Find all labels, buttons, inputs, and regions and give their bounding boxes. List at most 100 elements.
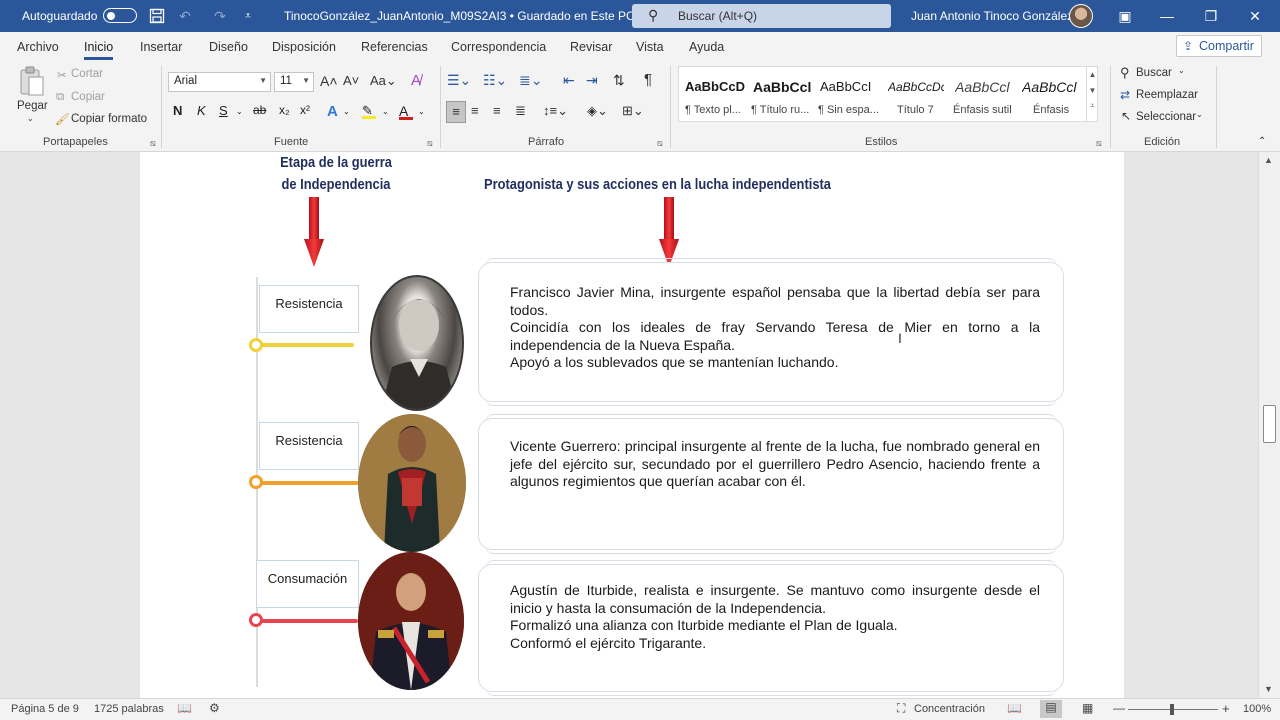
redo-icon[interactable]: ↷ bbox=[210, 6, 230, 26]
font-color-icon[interactable]: A bbox=[399, 103, 413, 120]
chevron-down-icon[interactable]: ⌄ bbox=[343, 107, 350, 116]
style-sample[interactable]: AaBbCcDc bbox=[888, 80, 944, 94]
chevron-up-icon[interactable]: ▲ bbox=[1087, 70, 1098, 79]
tab-vista[interactable]: Vista bbox=[636, 40, 664, 54]
vertical-scrollbar[interactable]: ▲ ▼ bbox=[1258, 152, 1280, 698]
align-left-icon[interactable]: ≡ bbox=[446, 101, 466, 123]
sort-icon[interactable]: ⇅ bbox=[613, 72, 625, 89]
tab-referencias[interactable]: Referencias bbox=[361, 40, 428, 54]
tab-inicio[interactable]: Inicio bbox=[84, 40, 114, 60]
style-sample[interactable]: AaBbCcI bbox=[820, 79, 878, 94]
scroll-thumb[interactable] bbox=[1263, 405, 1276, 443]
search-box[interactable]: ⚲ Buscar (Alt+Q) bbox=[632, 4, 891, 28]
chevron-down-icon[interactable]: ▼ bbox=[1087, 86, 1098, 95]
zoom-slider-thumb[interactable] bbox=[1170, 704, 1174, 715]
avatar[interactable] bbox=[1069, 4, 1093, 28]
style-name[interactable]: Título 7 bbox=[897, 104, 934, 116]
borders-icon[interactable]: ⊞⌄ bbox=[622, 103, 644, 119]
shading-icon[interactable]: ◈⌄ bbox=[587, 103, 608, 119]
zoom-in-icon[interactable]: + bbox=[1222, 701, 1230, 716]
word-count[interactable]: 1725 palabras bbox=[94, 703, 164, 715]
copy-icon[interactable]: ⧉ bbox=[56, 91, 64, 104]
bullets-icon[interactable]: ☰⌄ bbox=[447, 72, 471, 89]
page-count[interactable]: Página 5 de 9 bbox=[11, 703, 79, 715]
web-layout-icon[interactable]: ▦ bbox=[1082, 701, 1093, 715]
style-name[interactable]: ¶ Texto pl... bbox=[685, 104, 741, 116]
increase-indent-icon[interactable]: ⇥ bbox=[586, 72, 598, 89]
font-name-box[interactable]: Arial ▼ bbox=[168, 72, 271, 92]
select-icon[interactable]: ↖ bbox=[1121, 109, 1131, 123]
style-sample[interactable]: AaBbCcl bbox=[955, 79, 1013, 95]
cut-button[interactable]: Cortar bbox=[71, 68, 103, 80]
styles-scroll[interactable]: ▲ ▼ ⩡ bbox=[1086, 66, 1098, 122]
change-case-icon[interactable]: Aa⌄ bbox=[370, 73, 397, 89]
text-effects-icon[interactable]: A bbox=[327, 103, 338, 120]
document-title[interactable]: TinocoGonzález_JuanAntonio_M09S2AI3 • Gu… bbox=[284, 9, 648, 23]
replace-button[interactable]: Reemplazar bbox=[1136, 89, 1198, 101]
accessibility-icon[interactable]: ⚙ bbox=[209, 701, 220, 715]
font-launcher-icon[interactable]: ⧅ bbox=[427, 138, 433, 149]
save-icon[interactable] bbox=[147, 6, 167, 26]
customize-qat-icon[interactable]: ⩡ bbox=[238, 6, 258, 26]
share-button[interactable]: ⇪ Compartir bbox=[1176, 35, 1262, 57]
restore-icon[interactable]: ❐ bbox=[1199, 4, 1223, 28]
show-formatting-icon[interactable]: ¶ bbox=[644, 71, 652, 88]
format-painter-button[interactable]: Copiar formato bbox=[71, 113, 147, 125]
chevron-down-icon[interactable]: ⌄ bbox=[1178, 66, 1185, 75]
format-painter-icon[interactable]: 🖌 bbox=[55, 112, 70, 126]
paste-icon[interactable] bbox=[18, 66, 46, 98]
paste-dropdown-icon[interactable]: ⌄ bbox=[27, 114, 34, 123]
style-name[interactable]: ¶ Título ru... bbox=[751, 104, 809, 116]
read-mode-icon[interactable]: 📖 bbox=[1007, 701, 1022, 715]
clipboard-launcher-icon[interactable]: ⧅ bbox=[150, 138, 156, 149]
ribbon-display-icon[interactable]: ▣ bbox=[1113, 4, 1137, 28]
clear-formatting-icon[interactable]: A̸ bbox=[411, 72, 421, 89]
shrink-font-icon[interactable]: A˅ bbox=[343, 73, 359, 88]
multilevel-list-icon[interactable]: ≣⌄ bbox=[519, 72, 542, 89]
underline-icon[interactable]: S bbox=[219, 103, 228, 118]
zoom-level[interactable]: 100% bbox=[1243, 703, 1271, 715]
paste-button[interactable]: Pegar bbox=[17, 100, 48, 112]
scroll-down-icon[interactable]: ▼ bbox=[1264, 684, 1273, 694]
align-right-icon[interactable]: ≡ bbox=[493, 103, 501, 118]
copy-button[interactable]: Copiar bbox=[71, 91, 105, 103]
zoom-out-icon[interactable]: — bbox=[1113, 701, 1125, 715]
style-name[interactable]: ¶ Sin espa... bbox=[818, 104, 879, 116]
find-button[interactable]: Buscar bbox=[1136, 67, 1172, 79]
focus-button[interactable]: Concentración bbox=[914, 703, 985, 715]
font-size-box[interactable]: 11 ▼ bbox=[274, 72, 314, 92]
tab-disposicion[interactable]: Disposición bbox=[272, 40, 336, 54]
collapse-ribbon-icon[interactable]: ⌃ bbox=[1258, 136, 1266, 147]
tab-ayuda[interactable]: Ayuda bbox=[689, 40, 724, 54]
style-sample[interactable]: AaBbCcD bbox=[685, 79, 745, 94]
bold-icon[interactable]: N bbox=[173, 103, 182, 118]
card-text[interactable]: Francisco Javier Mina, insurgente españo… bbox=[510, 284, 1040, 372]
proofing-icon[interactable]: 📖 bbox=[177, 701, 192, 715]
minimize-icon[interactable]: — bbox=[1155, 4, 1179, 28]
tab-revisar[interactable]: Revisar bbox=[570, 40, 612, 54]
decrease-indent-icon[interactable]: ⇤ bbox=[563, 72, 575, 89]
style-sample[interactable]: AaBbCcl bbox=[753, 79, 813, 95]
chevron-down-icon[interactable]: ⌄ bbox=[418, 107, 425, 116]
superscript-icon[interactable]: x² bbox=[300, 103, 310, 117]
cut-icon[interactable]: ✂ bbox=[57, 68, 67, 82]
style-name[interactable]: Énfasis sutil bbox=[953, 104, 1012, 116]
more-styles-icon[interactable]: ⩡ bbox=[1087, 101, 1098, 111]
tab-insertar[interactable]: Insertar bbox=[140, 40, 182, 54]
scroll-up-icon[interactable]: ▲ bbox=[1264, 155, 1273, 165]
close-icon[interactable]: ✕ bbox=[1243, 4, 1267, 28]
strikethrough-icon[interactable]: ab bbox=[253, 103, 266, 117]
chevron-down-icon[interactable]: ⌄ bbox=[236, 107, 243, 116]
card-text[interactable]: Vicente Guerrero: principal insurgente a… bbox=[510, 438, 1040, 491]
find-icon[interactable]: ⚲ bbox=[1120, 65, 1130, 81]
paragraph-launcher-icon[interactable]: ⧅ bbox=[657, 138, 663, 149]
focus-icon[interactable]: ⛶ bbox=[897, 701, 905, 716]
chevron-down-icon[interactable]: ⌄ bbox=[382, 107, 389, 116]
chevron-down-icon[interactable]: ⌄ bbox=[1196, 110, 1203, 119]
user-name[interactable]: Juan Antonio Tinoco González bbox=[911, 9, 1073, 23]
tab-correspondencia[interactable]: Correspondencia bbox=[451, 40, 546, 54]
subscript-icon[interactable]: x₂ bbox=[279, 103, 290, 117]
select-button[interactable]: Seleccionar bbox=[1136, 111, 1196, 123]
tab-diseno[interactable]: Diseño bbox=[209, 40, 248, 54]
replace-icon[interactable]: ⇄ bbox=[1120, 88, 1130, 102]
